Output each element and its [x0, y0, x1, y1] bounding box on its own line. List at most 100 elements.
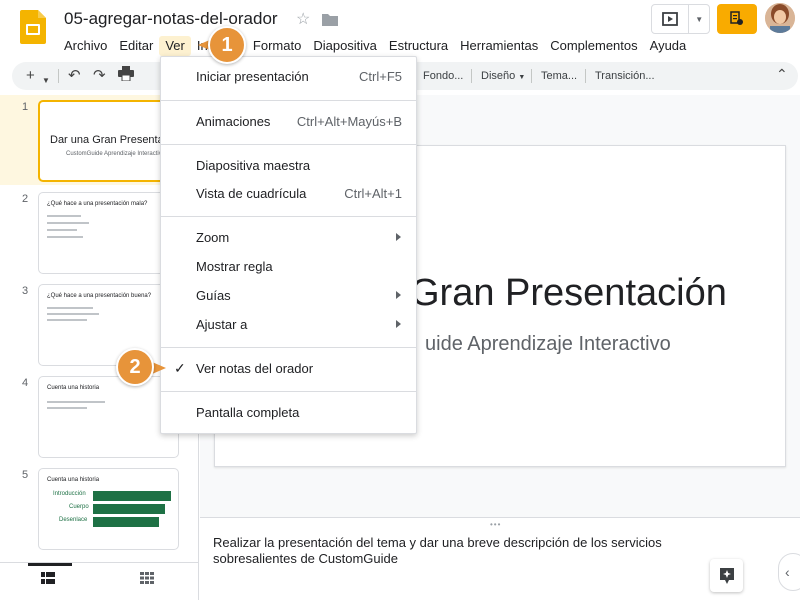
notes-resize-handle[interactable]: ••• — [490, 520, 501, 529]
side-panel-toggle[interactable]: ‹ — [778, 553, 800, 591]
thumbnail-title: Cuenta una historia — [47, 477, 100, 483]
thumbnail-text-line — [47, 401, 105, 403]
chevron-left-icon: ‹ — [785, 564, 790, 580]
menu-divider — [161, 100, 416, 101]
menu-item-label: Zoom — [196, 230, 230, 245]
toolbar-divider — [585, 69, 586, 83]
thumbnail-text-line — [47, 407, 87, 409]
speaker-notes-panel: ••• Realizar la presentación del tema y … — [200, 517, 800, 600]
present-icon — [662, 12, 679, 26]
menu-item-label: Diapositiva maestra — [196, 158, 311, 173]
slide-number: 5 — [22, 469, 29, 481]
new-slide-icon[interactable]: + — [26, 67, 35, 85]
menu-item-full-screen[interactable]: Pantalla completa — [161, 401, 416, 425]
thumbnail-bar-label: Desenlace — [59, 517, 88, 523]
menu-ayuda[interactable]: Ayuda — [644, 36, 693, 56]
new-slide-dropdown-icon[interactable]: ▼ — [42, 72, 50, 90]
present-main[interactable] — [652, 5, 690, 33]
menu-item-shortcut: Ctrl+Alt+Mayús+B — [296, 114, 402, 129]
thumbnail-text-line — [47, 229, 77, 231]
menu-diapositiva[interactable]: Diapositiva — [307, 36, 383, 56]
print-icon[interactable] — [118, 66, 134, 86]
menu-item-guides[interactable]: Guías — [161, 284, 416, 308]
slide-thumbnail-row[interactable]: 5 Cuenta una historia Introducción Cuerp… — [0, 463, 198, 553]
theme-button[interactable]: Tema... — [541, 68, 577, 84]
menu-item-label: Pantalla completa — [196, 405, 300, 420]
thumbnail-title: ¿Qué hace a una presentación buena? — [47, 293, 152, 299]
menu-divider — [161, 216, 416, 217]
step-callout-badge: 1 — [208, 26, 246, 64]
menu-item-snap-to[interactable]: Ajustar a — [161, 313, 416, 337]
menu-item-label: Ajustar a — [196, 317, 248, 332]
layout-button[interactable]: Diseño ▼ — [481, 68, 525, 86]
present-dropdown-icon[interactable]: ▼ — [689, 5, 709, 33]
toolbar-divider — [58, 69, 59, 83]
menu-divider — [161, 347, 416, 348]
menu-item-zoom[interactable]: Zoom — [161, 226, 416, 250]
slide-number: 4 — [22, 377, 29, 389]
menu-item-show-ruler[interactable]: Mostrar regla — [161, 255, 416, 279]
speaker-notes-text[interactable]: Realizar la presentación del tema y dar … — [213, 535, 683, 567]
thumbnail-bar — [93, 491, 171, 501]
background-button[interactable]: Fondo... — [423, 68, 463, 84]
redo-icon[interactable]: ↷ — [93, 67, 106, 85]
menu-item-label: Mostrar regla — [196, 259, 273, 274]
thumbnail-title: ¿Qué hace a una presentación mala? — [47, 201, 148, 207]
explore-icon — [719, 567, 734, 584]
menu-estructura[interactable]: Estructura — [383, 36, 454, 56]
document-title[interactable]: 05-agregar-notas-del-orador — [64, 9, 278, 29]
menu-ver[interactable]: Ver — [159, 36, 191, 56]
menu-archivo[interactable]: Archivo — [58, 36, 113, 56]
thumbnail-bar-label: Cuerpo — [69, 504, 89, 510]
share-button[interactable] — [717, 4, 757, 34]
slide-subtitle[interactable]: uide Aprendizaje Interactivo — [425, 333, 671, 356]
thumbnail-bar — [93, 517, 159, 527]
slide-title[interactable]: Gran Presentación — [410, 272, 727, 315]
filmstrip-view-switcher — [0, 562, 199, 600]
menu-editar[interactable]: Editar — [113, 36, 159, 56]
menu-item-show-speaker-notes[interactable]: ✓ Ver notas del orador — [161, 357, 416, 381]
menu-complementos[interactable]: Complementos — [544, 36, 643, 56]
slide-number: 3 — [22, 285, 29, 297]
slide-thumbnail[interactable]: Dar una Gran Presentación CustomGuide Ap… — [38, 100, 179, 182]
thumbnail-text-line — [47, 307, 93, 309]
thumbnail-subtitle: CustomGuide Aprendizaje Interactivo — [66, 151, 166, 157]
step-callout-badge: 2 — [116, 348, 154, 386]
menu-item-grid-view[interactable]: Vista de cuadrícula Ctrl+Alt+1 — [161, 182, 416, 206]
thumbnail-text-line — [47, 313, 99, 315]
toolbar-divider — [471, 69, 472, 83]
menu-item-label: Animaciones — [196, 114, 271, 129]
menu-herramientas[interactable]: Herramientas — [454, 36, 544, 56]
thumbnail-text-line — [47, 215, 81, 217]
menu-item-label: Guías — [196, 288, 231, 303]
thumbnail-text-line — [47, 319, 87, 321]
slides-logo-icon[interactable] — [20, 10, 46, 44]
present-button[interactable]: ▼ — [651, 4, 710, 34]
menu-item-animations[interactable]: Animaciones Ctrl+Alt+Mayús+B — [161, 110, 416, 134]
menu-item-shortcut: Ctrl+Alt+1 — [344, 186, 402, 201]
avatar-image — [765, 3, 795, 33]
slide-thumbnail[interactable]: Cuenta una historia — [38, 376, 179, 458]
menu-item-start-presentation[interactable]: Iniciar presentación Ctrl+F5 — [161, 65, 416, 89]
filmstrip-view-icon[interactable] — [41, 572, 55, 584]
avatar[interactable] — [765, 3, 795, 33]
transition-button[interactable]: Transición... — [595, 68, 655, 84]
menu-divider — [161, 144, 416, 145]
submenu-arrow-icon — [396, 233, 401, 241]
collapse-toolbar-icon[interactable]: ⌃ — [776, 65, 788, 83]
slide-thumbnail[interactable]: ¿Qué hace a una presentación buena? — [38, 284, 179, 366]
menu-formato[interactable]: Formato — [247, 36, 307, 56]
slide-thumbnail[interactable]: ¿Qué hace a una presentación mala? — [38, 192, 179, 274]
explore-button[interactable] — [710, 559, 743, 592]
menu-divider — [161, 391, 416, 392]
thumbnail-title: Cuenta una historia — [47, 385, 100, 391]
menu-item-master-slide[interactable]: Diapositiva maestra — [161, 154, 416, 178]
slide-thumbnail[interactable]: Cuenta una historia Introducción Cuerpo … — [38, 468, 179, 550]
submenu-arrow-icon — [396, 320, 401, 328]
share-icon — [730, 11, 743, 25]
folder-icon[interactable] — [322, 13, 338, 26]
undo-icon[interactable]: ↶ — [68, 67, 81, 85]
thumbnail-bar — [93, 504, 165, 514]
star-icon[interactable]: ☆ — [296, 9, 310, 29]
grid-view-icon[interactable] — [140, 572, 154, 584]
